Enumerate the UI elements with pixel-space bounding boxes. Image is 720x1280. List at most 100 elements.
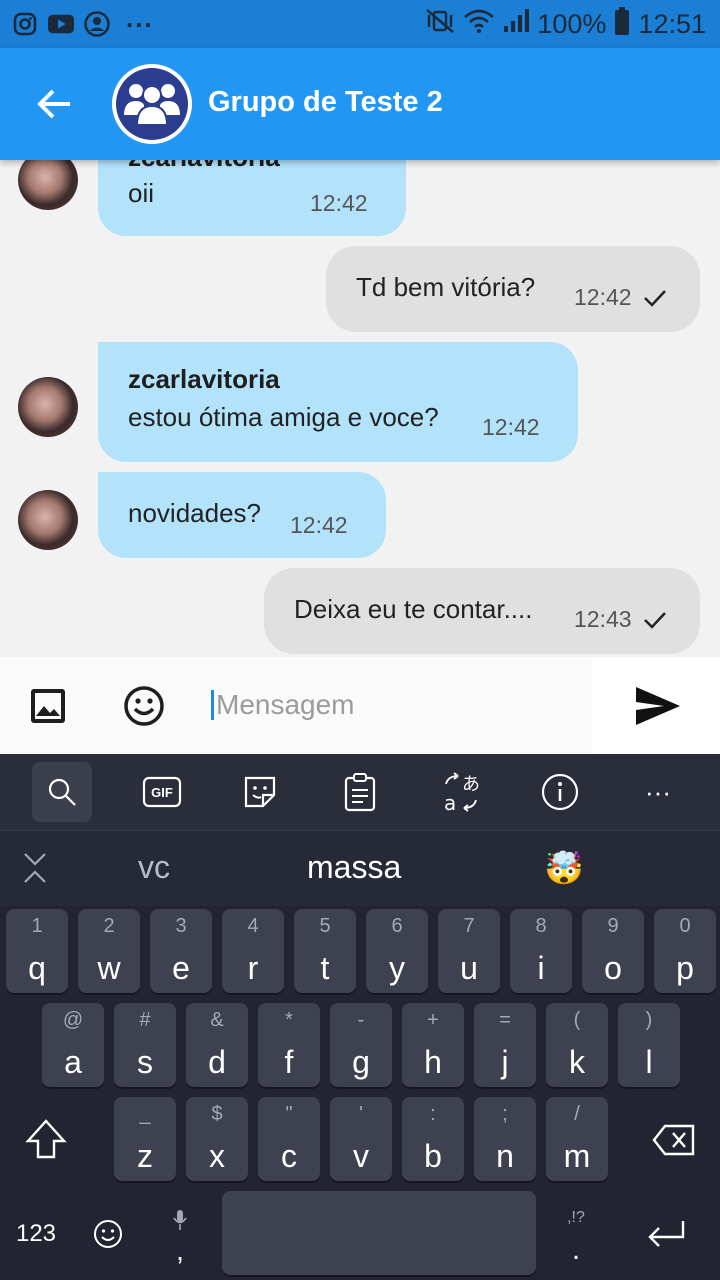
key-b[interactable]: :b	[402, 1097, 464, 1181]
message-text: estou ótima amiga e voce?	[128, 402, 439, 432]
key-secondary-label: _	[139, 1103, 151, 1125]
sender-avatar[interactable]	[18, 160, 78, 210]
status-bar: ... 100% 12:51	[0, 0, 720, 48]
message-outgoing: Td bem vitória? 12:42	[0, 246, 720, 332]
message-time: 12:42	[310, 190, 368, 216]
info-button[interactable]	[530, 762, 590, 822]
gif-button[interactable]: GIF	[132, 762, 192, 822]
key-label: v	[353, 1138, 369, 1174]
collapse-suggestions-button[interactable]	[22, 851, 48, 885]
key-n[interactable]: ; n	[474, 1097, 536, 1181]
wifi-icon	[463, 8, 495, 41]
key-o[interactable]: 9o	[582, 909, 644, 993]
sender-avatar[interactable]	[18, 490, 78, 550]
emoji-key[interactable]	[88, 1209, 128, 1259]
message-time: 12:43	[574, 606, 632, 632]
period-key[interactable]: ,!? .	[546, 1200, 606, 1276]
signal-icon	[503, 8, 530, 41]
svg-text:あ: あ	[462, 774, 480, 795]
key-secondary-label: 5	[319, 915, 331, 937]
backspace-icon	[652, 1124, 695, 1156]
key-p[interactable]: 0p	[654, 909, 716, 993]
key-label: j	[501, 1044, 509, 1080]
key-h[interactable]: + h	[402, 1003, 464, 1087]
back-button[interactable]	[34, 84, 74, 124]
key-y[interactable]: 6y	[366, 909, 428, 993]
key-secondary-label: +	[427, 1009, 439, 1031]
key-s[interactable]: # s	[114, 1003, 176, 1087]
key-label: q	[28, 950, 46, 986]
key-label: d	[208, 1044, 226, 1080]
key-u[interactable]: 7u	[438, 909, 500, 993]
shift-key[interactable]	[12, 1097, 80, 1183]
key-secondary-label: 6	[391, 915, 403, 937]
sender-name: zcarlavitoria	[128, 160, 280, 173]
gif-icon: GIF	[142, 776, 182, 808]
key-q[interactable]: 1q	[6, 909, 68, 993]
key-v[interactable]: ' v	[330, 1097, 392, 1181]
key-secondary-label: &	[210, 1009, 224, 1031]
key-t[interactable]: 5t	[294, 909, 356, 993]
key-label: t	[320, 950, 330, 986]
key-label: w	[97, 950, 121, 986]
key-secondary-label: @	[62, 1009, 84, 1031]
key-l[interactable]: ) l	[618, 1003, 680, 1087]
key-label: b	[424, 1138, 442, 1174]
group-avatar[interactable]	[112, 64, 192, 144]
suggestion-item[interactable]: massa	[307, 849, 401, 886]
numbers-key[interactable]: 123	[6, 1209, 66, 1259]
comma-key[interactable]: ,	[150, 1200, 210, 1276]
sent-check-icon	[644, 612, 666, 629]
message-text: oii	[128, 178, 155, 208]
key-r[interactable]: 4r	[222, 909, 284, 993]
space-key[interactable]	[222, 1191, 536, 1275]
key-secondary-label: 4	[247, 915, 259, 937]
image-icon[interactable]	[26, 684, 70, 728]
key-j[interactable]: = j	[474, 1003, 536, 1087]
key-w[interactable]: 2w	[78, 909, 140, 993]
key-label: m	[563, 1138, 591, 1174]
key-secondary-label: $	[211, 1103, 223, 1125]
info-icon	[541, 773, 579, 811]
sent-check-icon	[644, 290, 666, 307]
key-i[interactable]: 8i	[510, 909, 572, 993]
sender-avatar[interactable]	[18, 377, 78, 437]
clipboard-button[interactable]	[330, 762, 390, 822]
message-time: 12:42	[290, 512, 348, 538]
send-button[interactable]	[592, 657, 720, 754]
emoji-icon[interactable]	[122, 684, 166, 728]
key-label: a	[64, 1044, 82, 1080]
key-x[interactable]: $ x	[186, 1097, 248, 1181]
enter-key[interactable]	[636, 1206, 696, 1262]
suggestion-item[interactable]: vc	[138, 849, 170, 886]
text-cursor	[211, 690, 214, 720]
keyboard-search-button[interactable]	[32, 762, 92, 822]
key-f[interactable]: * f	[258, 1003, 320, 1087]
message-input[interactable]: Mensagem	[216, 689, 355, 721]
gif-label: GIF	[151, 785, 173, 800]
screen: ... 100% 12:51 Grupo de Teste 2 oii 12:4…	[0, 0, 720, 1280]
sticker-button[interactable]	[230, 762, 290, 822]
message-list[interactable]: zcarlavitoria oii 12:42 Td bem vitória? …	[0, 160, 720, 657]
key-e[interactable]: 3e	[150, 909, 212, 993]
sticker-icon	[244, 776, 276, 808]
key-a[interactable]: @ a	[42, 1003, 104, 1087]
key-c[interactable]: " c	[258, 1097, 320, 1181]
keyboard-more-button[interactable]: ···	[628, 762, 688, 822]
key-z[interactable]: _ z	[114, 1097, 176, 1181]
collapse-icon	[24, 853, 46, 883]
key-m[interactable]: / m	[546, 1097, 608, 1181]
key-k[interactable]: (k	[546, 1003, 608, 1087]
key-label: c	[281, 1138, 297, 1174]
key-label: l	[645, 1044, 653, 1080]
key-d[interactable]: & d	[186, 1003, 248, 1087]
suggestion-emoji[interactable]: 🤯	[544, 849, 584, 887]
key-secondary-label: )	[645, 1009, 653, 1031]
message-outgoing: Deixa eu te contar.... 12:43	[0, 568, 720, 654]
mic-icon	[173, 1210, 187, 1230]
key-g[interactable]: -g	[330, 1003, 392, 1087]
key-label: e	[172, 950, 190, 986]
key-label: r	[247, 950, 259, 986]
backspace-key[interactable]	[640, 1097, 708, 1183]
translate-button[interactable]: aあ	[430, 762, 490, 822]
